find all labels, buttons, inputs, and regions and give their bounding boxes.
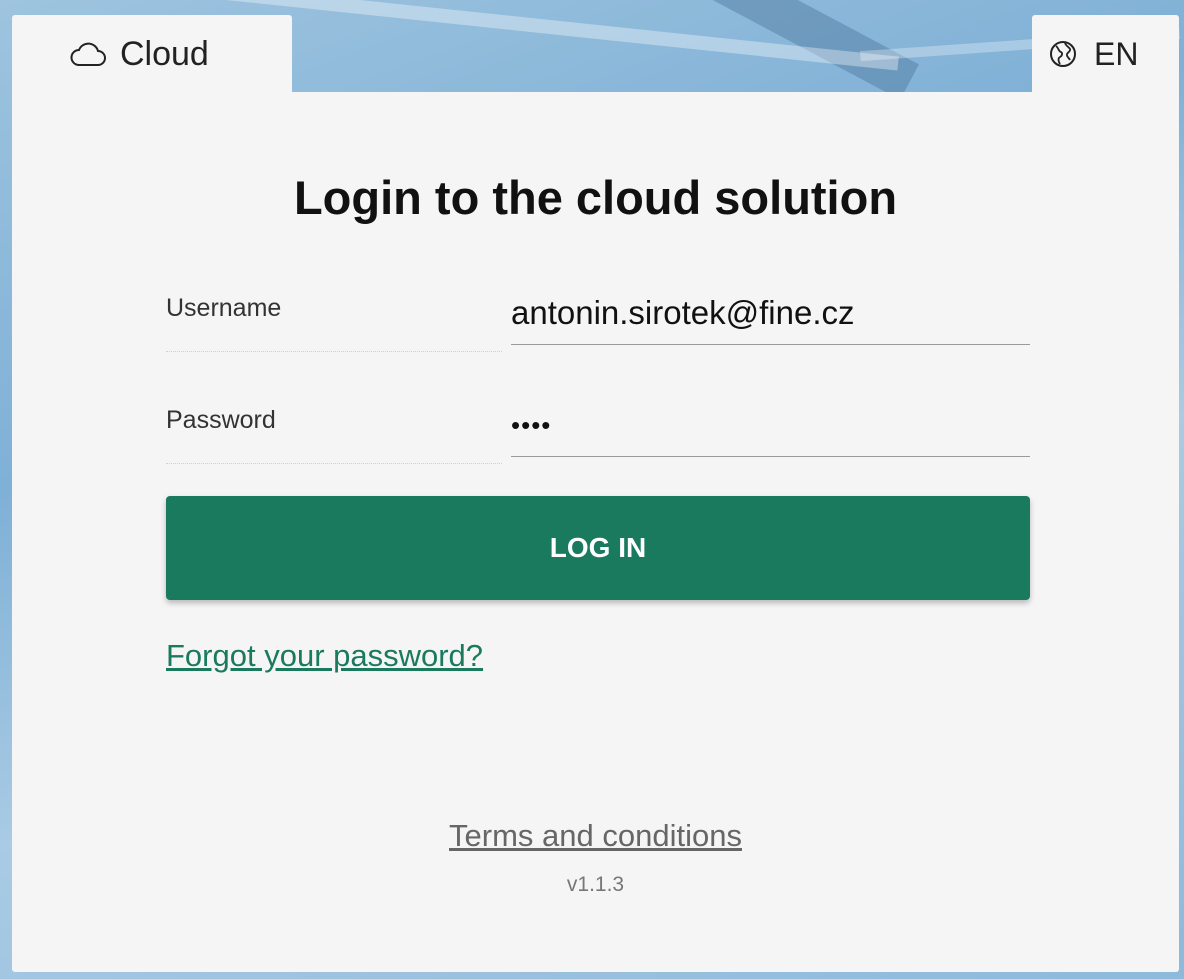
language-selector[interactable]: EN xyxy=(1032,15,1179,93)
password-input[interactable] xyxy=(511,394,1030,457)
page-title: Login to the cloud solution xyxy=(293,171,898,224)
version-label: v1.1.3 xyxy=(566,873,625,896)
tab-cloud-label: Cloud xyxy=(120,34,209,73)
username-input[interactable] xyxy=(511,282,1030,345)
tab-cloud[interactable]: Cloud xyxy=(12,15,292,93)
password-row: Password xyxy=(166,394,1030,464)
globe-icon xyxy=(1048,39,1078,69)
password-label: Password xyxy=(166,406,502,464)
login-button[interactable]: LOG IN xyxy=(166,496,1030,600)
terms-link[interactable]: Terms and conditions xyxy=(12,818,1179,854)
cloud-icon xyxy=(70,41,106,67)
forgot-password-link[interactable]: Forgot your password? xyxy=(166,638,483,674)
background-streak xyxy=(441,0,919,100)
username-row: Username xyxy=(166,282,1030,352)
language-label: EN xyxy=(1094,35,1139,72)
username-label: Username xyxy=(166,294,502,352)
